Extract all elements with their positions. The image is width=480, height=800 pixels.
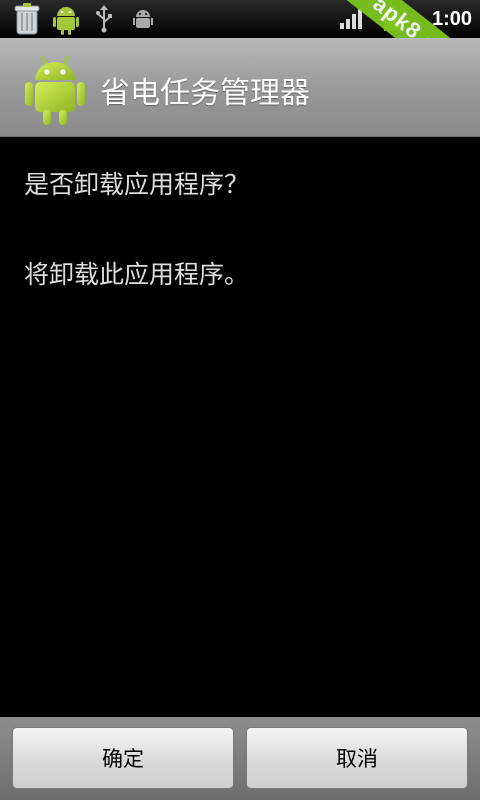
button-bar: 确定 取消: [0, 717, 480, 800]
cancel-button[interactable]: 取消: [246, 727, 468, 789]
status-bar: 1:00 apk8.com: [0, 0, 480, 38]
android-app-icon: [50, 2, 82, 36]
dialog-title: 省电任务管理器: [100, 76, 310, 111]
dialog-content: 是否卸载应用程序？ 将卸载此应用程序。: [0, 137, 480, 717]
android-robot-icon: [24, 50, 86, 126]
usb-icon: [92, 2, 116, 36]
trash-can-icon: [12, 2, 42, 36]
confirm-button[interactable]: 确定: [12, 727, 234, 789]
title-bar: 省电任务管理器: [0, 38, 480, 137]
android-debug-icon: [130, 2, 156, 36]
dialog-message: 将卸载此应用程序。: [24, 260, 250, 289]
dialog-question: 是否卸载应用程序？: [24, 170, 250, 199]
